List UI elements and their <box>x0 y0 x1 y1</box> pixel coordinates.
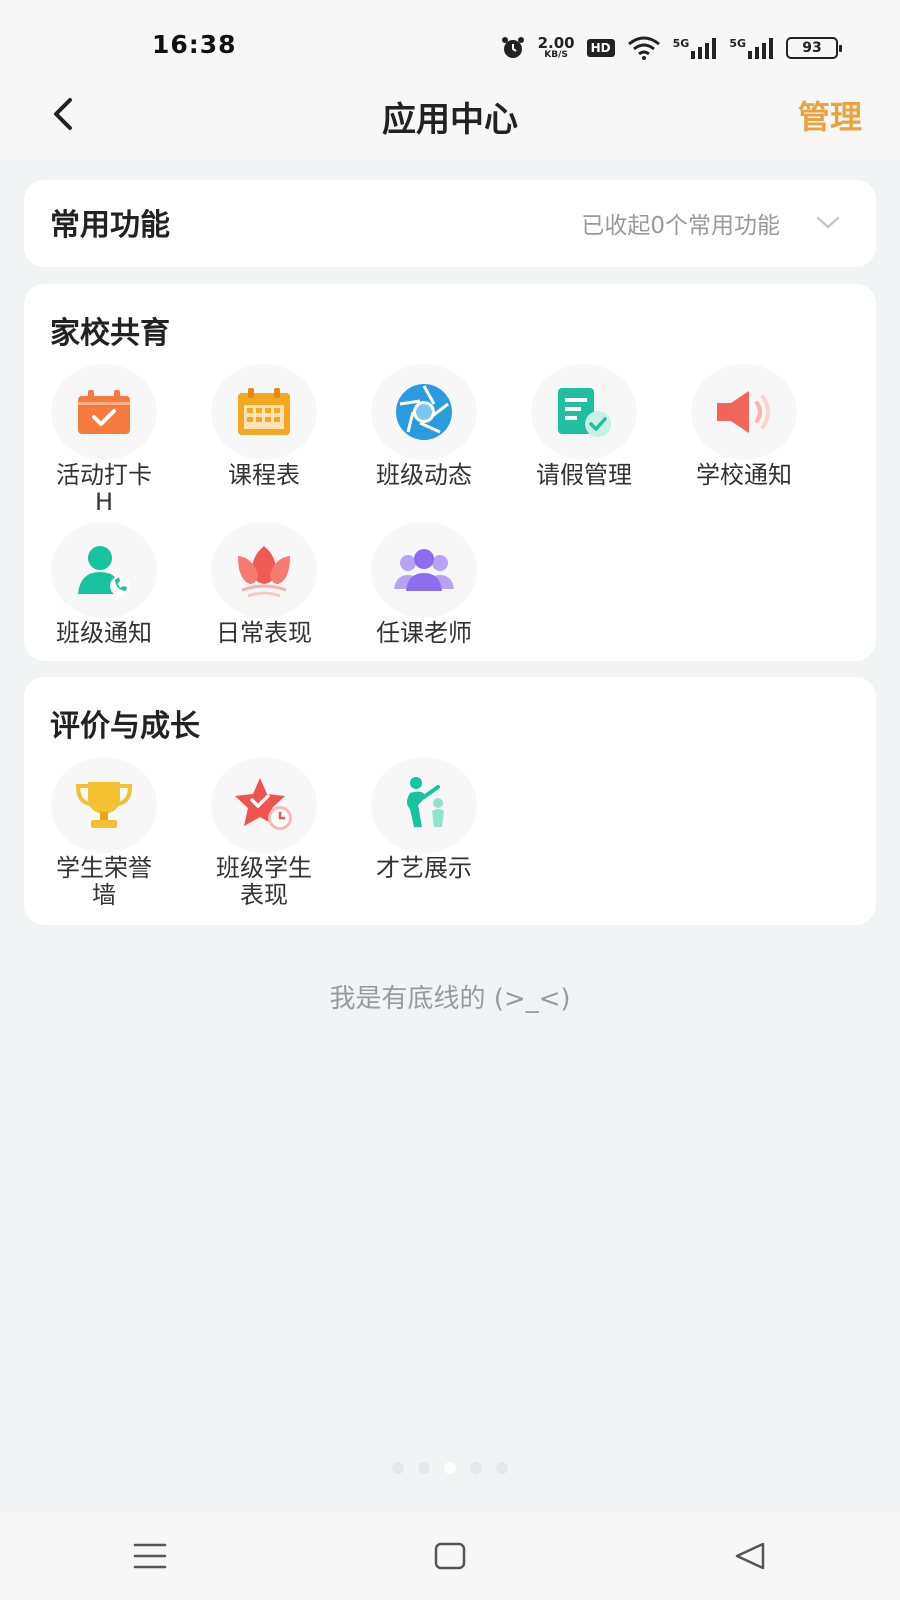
evaluation-growth-title: 评价与成长 <box>50 709 200 744</box>
manage-button[interactable]: 管理 <box>798 92 862 138</box>
app-label: 班级通知 <box>56 619 152 647</box>
app-leave-management[interactable]: 请假管理 <box>504 364 664 522</box>
trophy-icon <box>51 757 157 853</box>
schedule-icon <box>211 364 317 460</box>
app-label: 学校通知 <box>696 461 792 489</box>
app-label: 任课老师 <box>376 619 472 647</box>
app-talent-show[interactable]: 才艺展示 <box>344 757 504 915</box>
app-honor-wall[interactable]: 学生荣誉 墙 <box>24 757 184 915</box>
lotus-icon <box>211 522 317 618</box>
status-icons: 2.00 KB/S HD 5G 5G 93 <box>500 34 842 62</box>
app-label: 活动打卡 H <box>56 461 152 516</box>
menu-icon <box>133 1543 167 1569</box>
system-back-button[interactable] <box>720 1531 780 1581</box>
collapse-status-text: 已收起0个常用功能 <box>581 213 780 239</box>
net-speed-value: 2.00 <box>537 34 575 52</box>
app-school-notice[interactable]: 学校通知 <box>664 364 824 522</box>
page-title: 应用中心 <box>382 100 518 140</box>
signal-label: 5G <box>672 37 690 50</box>
net-speed: 2.00 KB/S <box>538 36 575 60</box>
system-nav-bar <box>0 1512 900 1600</box>
home-square-icon <box>434 1542 466 1570</box>
megaphone-icon <box>691 364 797 460</box>
page-dot <box>392 1462 404 1474</box>
page-dot-active <box>444 1462 456 1474</box>
app-label: 才艺展示 <box>376 854 472 882</box>
hd-badge: HD <box>586 39 615 57</box>
app-daily-performance[interactable]: 日常表现 <box>184 522 344 680</box>
calendar-check-icon <box>51 364 157 460</box>
nav-bar: 应用中心 管理 <box>0 84 900 160</box>
signal-5g-2: 5G <box>729 37 774 59</box>
app-label: 学生荣誉 墙 <box>56 854 152 909</box>
battery-icon: 93 <box>786 37 842 59</box>
common-functions-title: 常用功能 <box>50 208 170 243</box>
contact-phone-icon <box>51 522 157 618</box>
end-of-list-text: 我是有底线的 (>_<) <box>329 984 571 1014</box>
evaluation-growth-grid: 学生荣誉 墙 班级学生 表现 才艺展示 <box>24 757 876 915</box>
evaluation-growth-card: 评价与成长 学生荣誉 墙 班级学生 表现 才艺展示 <box>24 677 876 925</box>
app-label: 班级学生 表现 <box>216 854 312 909</box>
signal-bars-icon <box>691 38 717 59</box>
net-speed-unit: KB/S <box>544 50 568 60</box>
page-dot <box>496 1462 508 1474</box>
home-school-grid: 活动打卡 H 课程表 班级动态 请假管理 学校通知 班级通知 日常表现 任课老师 <box>24 364 876 680</box>
app-label: 请假管理 <box>536 461 632 489</box>
signal-label: 5G <box>729 37 746 50</box>
common-functions-card: 常用功能 已收起0个常用功能 <box>24 180 876 267</box>
app-class-student-performance[interactable]: 班级学生 表现 <box>184 757 344 915</box>
app-label: 课程表 <box>228 461 300 489</box>
app-subject-teachers[interactable]: 任课老师 <box>344 522 504 680</box>
app-label: 日常表现 <box>216 619 312 647</box>
page-dot <box>470 1462 482 1474</box>
talent-icon <box>371 757 477 853</box>
battery-level: 93 <box>802 40 822 56</box>
signal-5g-1: 5G <box>673 37 718 59</box>
app-schedule[interactable]: 课程表 <box>184 364 344 522</box>
app-class-notice[interactable]: 班级通知 <box>24 522 184 680</box>
home-school-card: 家校共育 活动打卡 H 课程表 班级动态 请假管理 学校通知 班级通知 日常表现… <box>24 284 876 661</box>
page-dot <box>418 1462 430 1474</box>
menu-button[interactable] <box>120 1531 180 1581</box>
back-triangle-icon <box>735 1542 765 1570</box>
leave-doc-icon <box>531 364 637 460</box>
app-label: 班级动态 <box>376 461 472 489</box>
app-activity-checkin[interactable]: 活动打卡 H <box>24 364 184 522</box>
status-bar: 16:38 2.00 KB/S HD 5G 5G 93 <box>0 0 900 84</box>
home-button[interactable] <box>420 1531 480 1581</box>
app-class-dynamics[interactable]: 班级动态 <box>344 364 504 522</box>
status-time: 16:38 <box>152 30 237 59</box>
page-indicator <box>0 1462 900 1474</box>
alarm-icon <box>501 37 524 58</box>
chevron-down-icon <box>816 216 840 229</box>
star-clock-icon <box>211 757 317 853</box>
teachers-group-icon <box>371 522 477 618</box>
home-school-title: 家校共育 <box>50 316 170 351</box>
common-functions-toggle[interactable]: 已收起0个常用功能 <box>581 206 840 240</box>
wifi-icon <box>627 36 660 60</box>
signal-bars-icon <box>748 38 773 59</box>
aperture-icon <box>371 364 477 460</box>
